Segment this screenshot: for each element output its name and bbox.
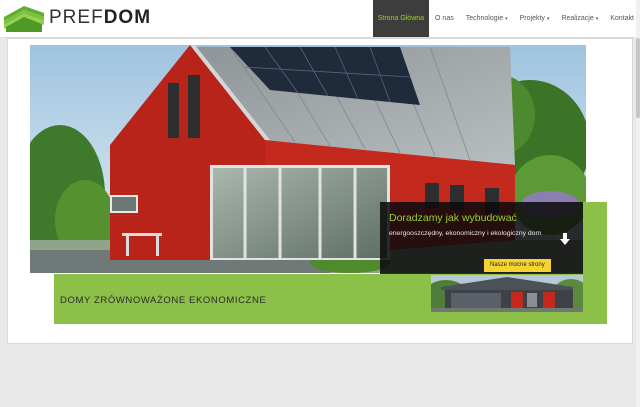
caption-text: energooszczędny, ekonomiczny i ekologicz… [389,230,542,237]
logo[interactable]: PREFDOM [4,3,151,33]
site-header: PREFDOM Strona Główna O nas Technologie ▾… [0,0,640,38]
hero-caption: Doradzamy jak wybudować energooszczędny,… [380,202,583,274]
house-logo-icon [4,6,44,32]
nav-item-contact[interactable]: Kontakt [604,0,640,37]
nav-item-realizations[interactable]: Realizacje ▾ [555,0,604,37]
nav-item-projects[interactable]: Projekty ▾ [514,0,556,37]
nav-item-about[interactable]: O nas [429,0,460,37]
chevron-down-icon: ▾ [595,16,599,22]
strengths-button[interactable]: Nasze mocne strony [484,259,551,272]
house-thumbnail[interactable] [431,275,583,312]
logo-text: PREFDOM [49,7,152,28]
band-title: DOMY ZRÓWNOWAŻONE EKONOMICZNE [60,295,267,306]
chevron-down-icon: ▾ [546,16,550,22]
nav-item-home[interactable]: Strona Główna [372,0,430,37]
main-nav: Strona Główna O nas Technologie ▾ Projekt… [372,0,640,37]
chevron-down-icon: ▾ [505,16,508,22]
caption-heading: Doradzamy jak wybudować [389,212,517,224]
arrow-down-icon[interactable] [558,232,572,246]
scrollbar[interactable] [636,0,640,407]
accent-strip [583,202,607,274]
scrollbar-thumb[interactable] [636,38,640,118]
nav-item-technologies[interactable]: Technologie ▾ [460,0,514,37]
